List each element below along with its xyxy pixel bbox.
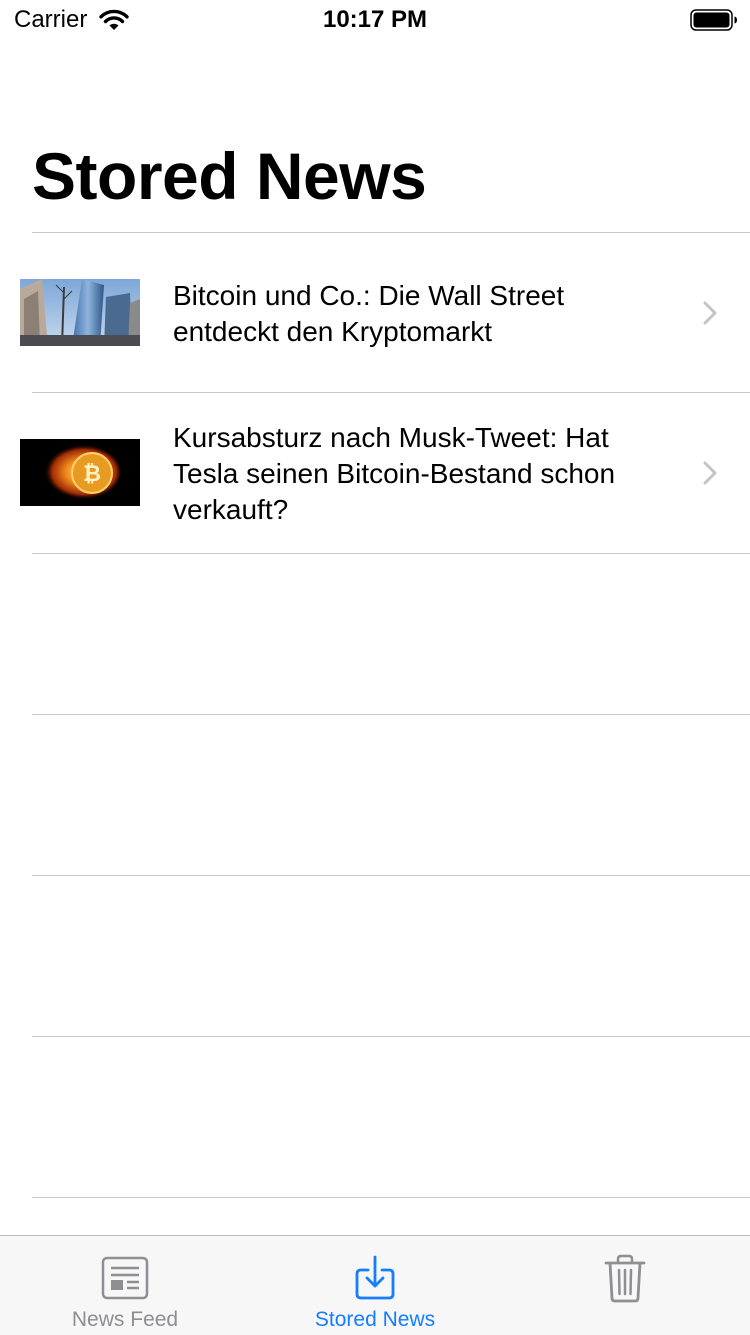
tab-bar: News Feed Stored News xyxy=(0,1235,750,1335)
tab-label: Stored News xyxy=(314,1308,436,1331)
chevron-right-icon xyxy=(702,300,718,331)
list-item[interactable]: ₿ Kursabsturz nach Musk-Tweet: Hat Tesla… xyxy=(0,393,750,553)
row-separator xyxy=(32,1036,750,1037)
newspaper-icon xyxy=(0,1254,250,1302)
svg-text:₿: ₿ xyxy=(83,462,101,487)
row-separator xyxy=(32,553,750,554)
tab-delete[interactable] xyxy=(500,1236,750,1335)
clock: 10:17 PM xyxy=(322,6,428,33)
trash-icon xyxy=(500,1254,750,1304)
article-title: Bitcoin und Co.: Die Wall Street entdeck… xyxy=(173,280,565,347)
list-item[interactable]: Bitcoin und Co.: Die Wall Street entdeck… xyxy=(0,233,750,393)
tab-stored-news[interactable]: Stored News xyxy=(250,1236,500,1335)
chevron-right-icon xyxy=(702,460,718,491)
tab-news-feed[interactable]: News Feed xyxy=(0,1236,250,1335)
article-thumbnail xyxy=(20,279,140,346)
download-tray-icon xyxy=(250,1254,500,1302)
article-thumbnail: ₿ xyxy=(20,439,140,506)
row-separator xyxy=(32,714,750,715)
page-title: Stored News xyxy=(32,139,427,213)
article-title: Kursabsturz nach Musk-Tweet: Hat Tesla s… xyxy=(173,422,616,525)
tab-label: News Feed xyxy=(71,1308,179,1331)
row-separator xyxy=(32,875,750,876)
battery-icon xyxy=(690,9,738,36)
row-separator xyxy=(32,1197,750,1198)
status-bar: Carrier 10:17 PM xyxy=(0,0,750,40)
